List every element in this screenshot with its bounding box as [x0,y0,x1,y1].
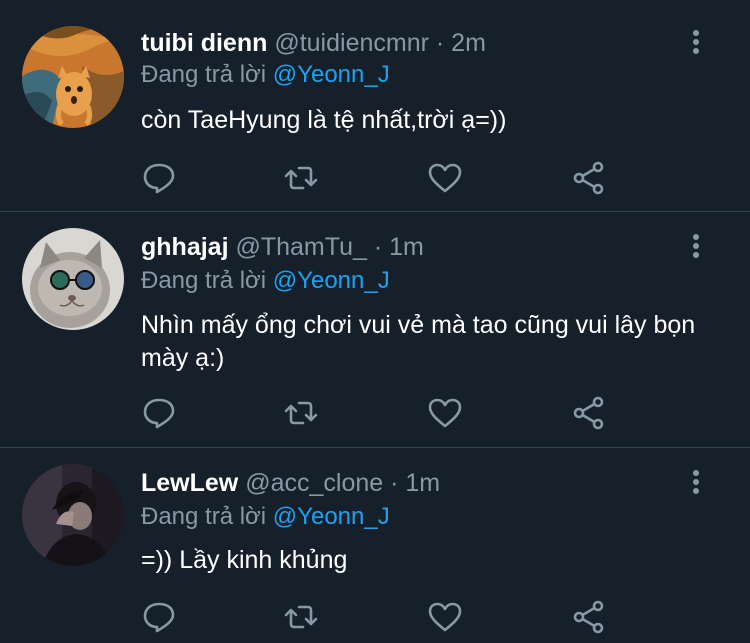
share-button[interactable] [571,161,607,195]
heart-icon [428,602,462,632]
display-name[interactable]: LewLew [141,469,238,497]
share-icon [573,161,604,195]
replying-to: Đang trả lời @Yeonn_J [141,266,390,296]
display-name[interactable]: ghhajaj [141,233,229,261]
like-button[interactable] [427,161,463,195]
more-vertical-icon [693,30,699,54]
tweet[interactable]: ghhajaj @ThamTu_ · 1m Đang trả lời @Yeon… [0,212,750,446]
separator-dot: · [435,29,445,57]
user-handle[interactable]: @tuidiencmnr [274,29,429,57]
user-handle[interactable]: @ThamTu_ [235,233,366,261]
avatar[interactable] [22,228,124,330]
reply-button[interactable] [141,161,177,195]
tweet-header: LewLew @acc_clone · 1m [141,468,440,498]
comment-icon [143,163,175,194]
timestamp[interactable]: 1m [389,233,424,261]
tweet-header: tuibi dienn @tuidiencmnr · 2m [141,28,486,58]
replying-to-mention[interactable]: @Yeonn_J [273,503,390,530]
reply-button[interactable] [141,396,177,430]
replying-to-label: Đang trả lời [141,267,267,294]
tweet-text: =)) Lầy kinh khủng [141,546,348,574]
heart-icon [428,398,462,428]
tweet-actions [141,600,611,634]
retweet-button[interactable] [283,600,319,634]
like-button[interactable] [427,600,463,634]
tweet[interactable]: tuibi dienn @tuidiencmnr · 2m Đang trả l… [0,0,750,210]
separator-dot: · [390,469,399,497]
more-vertical-icon [693,234,699,258]
retweet-icon [284,401,318,425]
reply-feed: tuibi dienn @tuidiencmnr · 2m Đang trả l… [0,0,750,643]
separator-dot: · [373,233,383,261]
tweet-header: ghhajaj @ThamTu_ · 1m [141,232,424,262]
replying-to-mention[interactable]: @Yeonn_J [273,61,390,88]
retweet-button[interactable] [283,396,319,430]
share-icon [573,600,604,634]
tweet-actions [141,396,611,430]
retweet-button[interactable] [283,161,319,195]
share-button[interactable] [571,600,607,634]
share-button[interactable] [571,396,607,430]
replying-to: Đang trả lời @Yeonn_J [141,60,390,90]
share-icon [573,396,604,430]
more-options-button[interactable] [686,468,706,498]
user-handle[interactable]: @acc_clone [245,469,383,497]
more-options-button[interactable] [686,232,706,262]
more-vertical-icon [693,470,699,494]
replying-to-label: Đang trả lời [141,61,267,88]
tweet-actions [141,161,611,195]
retweet-icon [284,605,318,629]
replying-to: Đang trả lời @Yeonn_J [141,502,390,532]
avatar[interactable] [22,26,124,128]
comment-icon [143,398,175,429]
timestamp[interactable]: 1m [405,469,440,497]
tweet-text: còn TaeHyung là tệ nhất,trời ạ=)) [141,106,507,134]
replying-to-label: Đang trả lời [141,503,267,530]
tweet-text: Nhìn mấy ổng chơi vui vẻ mà tao cũng vui… [141,311,696,372]
more-options-button[interactable] [686,28,706,58]
tweet[interactable]: LewLew @acc_clone · 1m Đang trả lời @Yeo… [0,448,750,643]
replying-to-mention[interactable]: @Yeonn_J [273,267,390,294]
reply-button[interactable] [141,600,177,634]
comment-icon [143,602,175,633]
avatar[interactable] [22,464,124,566]
heart-icon [428,163,462,193]
retweet-icon [284,166,318,190]
timestamp[interactable]: 2m [451,29,486,57]
like-button[interactable] [427,396,463,430]
display-name[interactable]: tuibi dienn [141,29,267,57]
